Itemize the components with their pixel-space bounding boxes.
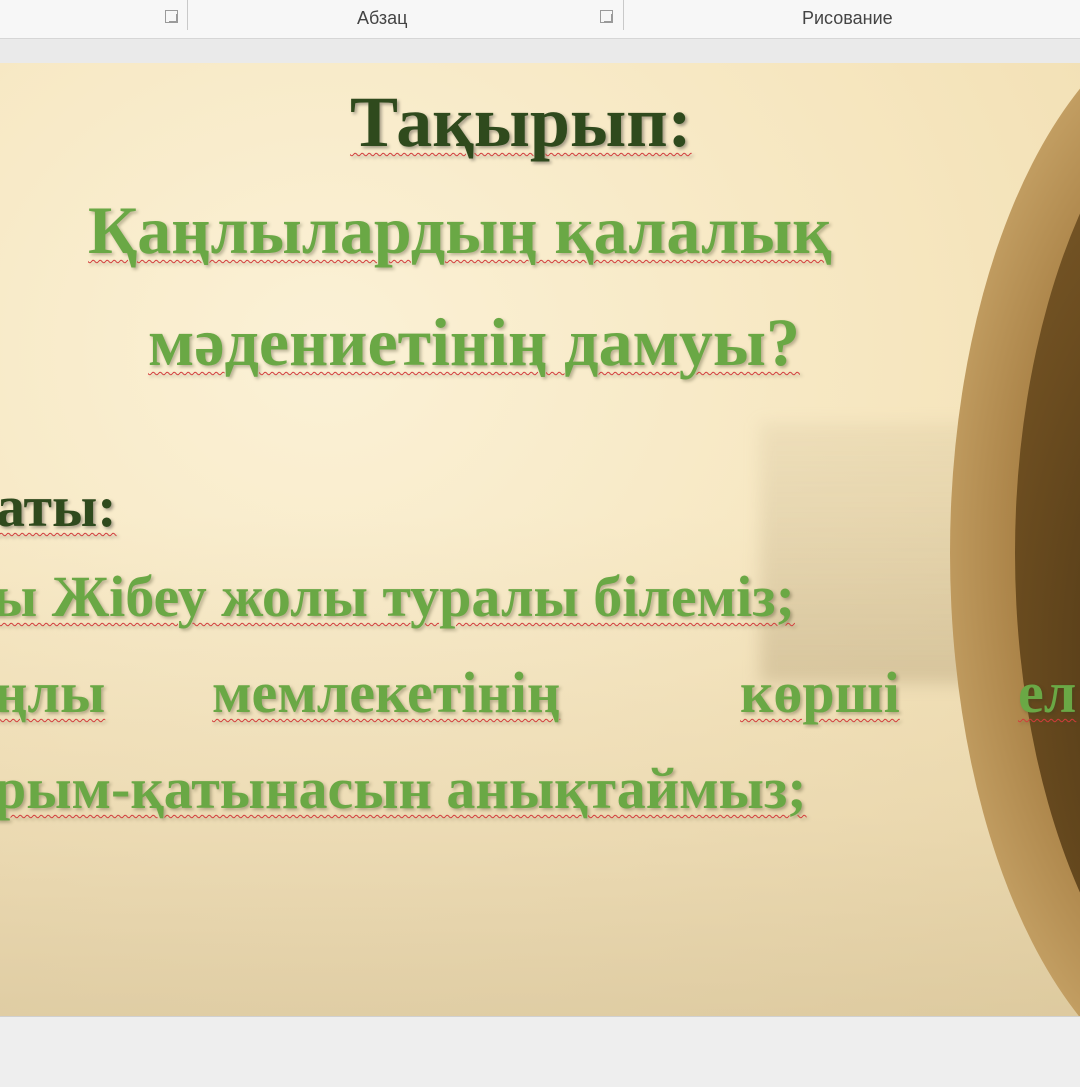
ribbon: Абзац Рисование xyxy=(0,0,1080,39)
bullet-line-2-word-2[interactable]: мемлекетінің xyxy=(212,659,560,726)
bullet-line-3[interactable]: рым-қатынасын анықтаймыз; xyxy=(0,755,807,822)
section-label[interactable]: аты: xyxy=(0,473,117,540)
title-line-1[interactable]: Қаңлылардың қалалық xyxy=(88,191,831,270)
notes-status-area xyxy=(0,1016,1080,1087)
ribbon-divider xyxy=(623,0,624,30)
title-line-2[interactable]: мәдениетінің дамуы? xyxy=(148,303,800,382)
slide-canvas[interactable]: Тақырып: Қаңлылардың қалалық мәдениетіні… xyxy=(0,63,1080,1016)
bullet-line-2-word-4[interactable]: ел xyxy=(1018,659,1076,726)
font-dialog-launcher-icon[interactable] xyxy=(165,10,178,23)
bullet-line-2-word-1[interactable]: ңлы xyxy=(0,659,105,726)
slide-pane-margin xyxy=(0,39,1080,63)
paragraph-dialog-launcher-icon[interactable] xyxy=(600,10,613,23)
bullet-line-2-word-3[interactable]: көрші xyxy=(740,659,900,726)
slide-heading[interactable]: Тақырып: xyxy=(350,81,692,164)
paragraph-group-label: Абзац xyxy=(357,8,408,28)
drawing-group-label: Рисование xyxy=(802,8,893,28)
bullet-line-1[interactable]: ы Жібеу жолы туралы білеміз; xyxy=(0,563,795,630)
ribbon-divider xyxy=(187,0,188,30)
